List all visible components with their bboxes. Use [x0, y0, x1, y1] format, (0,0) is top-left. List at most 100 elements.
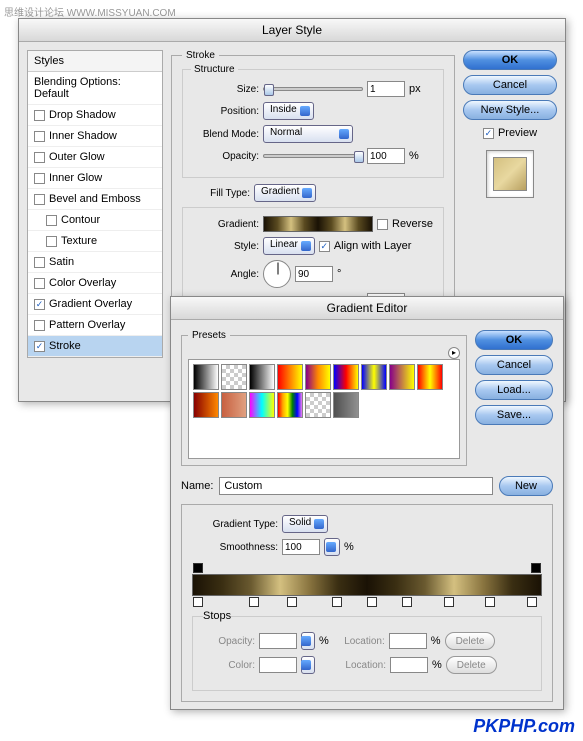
- style-checkbox[interactable]: [34, 278, 45, 289]
- style-checkbox[interactable]: [34, 257, 45, 268]
- delete-opacity-stop-button[interactable]: Delete: [445, 632, 496, 650]
- delete-color-stop-button[interactable]: Delete: [446, 656, 497, 674]
- size-slider[interactable]: [263, 87, 363, 91]
- style-checkbox[interactable]: [34, 131, 45, 142]
- smoothness-dropdown[interactable]: [324, 538, 340, 556]
- color-stop[interactable]: [444, 597, 454, 607]
- size-unit: px: [409, 83, 421, 95]
- style-checkbox[interactable]: [46, 236, 57, 247]
- style-checkbox[interactable]: [34, 194, 45, 205]
- opacity-stop[interactable]: [193, 563, 203, 573]
- style-row-texture[interactable]: Texture: [28, 231, 162, 252]
- style-row-pattern-overlay[interactable]: Pattern Overlay: [28, 315, 162, 336]
- blendmode-select[interactable]: Normal: [263, 125, 353, 143]
- color-stop[interactable]: [332, 597, 342, 607]
- preset-swatch[interactable]: [249, 364, 275, 390]
- color-stop[interactable]: [367, 597, 377, 607]
- preview-swatch-box: [486, 150, 534, 198]
- style-row-contour[interactable]: Contour: [28, 210, 162, 231]
- presets-fieldset: Presets ▸: [181, 330, 467, 466]
- style-row-inner-glow[interactable]: Inner Glow: [28, 168, 162, 189]
- opacity-stop[interactable]: [531, 563, 541, 573]
- style-label: Contour: [61, 214, 100, 226]
- position-select[interactable]: Inside: [263, 102, 314, 120]
- style-label: Outer Glow: [49, 151, 105, 163]
- presets-legend: Presets: [188, 330, 230, 341]
- gradtype-select[interactable]: Solid: [282, 515, 328, 533]
- stop-location1-label: Location:: [333, 636, 385, 647]
- align-checkbox[interactable]: [319, 241, 330, 252]
- preset-swatch[interactable]: [361, 364, 387, 390]
- angle-dial[interactable]: [263, 260, 291, 288]
- filltype-select[interactable]: Gradient: [254, 184, 316, 202]
- style-row-bevel-and-emboss[interactable]: Bevel and Emboss: [28, 189, 162, 210]
- preset-swatch[interactable]: [277, 364, 303, 390]
- style-checkbox[interactable]: [34, 320, 45, 331]
- style-checkbox[interactable]: [34, 110, 45, 121]
- size-input[interactable]: [367, 81, 405, 97]
- style-checkbox[interactable]: [46, 215, 57, 226]
- style-checkbox[interactable]: [34, 299, 45, 310]
- style-checkbox[interactable]: [34, 173, 45, 184]
- stop-location2-label: Location:: [334, 660, 386, 671]
- preview-checkbox[interactable]: [483, 128, 494, 139]
- ge-load-button[interactable]: Load...: [475, 380, 553, 400]
- preset-swatch[interactable]: [333, 364, 359, 390]
- style-row-gradient-overlay[interactable]: Gradient Overlay: [28, 294, 162, 315]
- name-input[interactable]: [219, 477, 493, 495]
- opacity-unit: %: [409, 150, 419, 162]
- style-row-satin[interactable]: Satin: [28, 252, 162, 273]
- preset-swatch[interactable]: [221, 364, 247, 390]
- gradient-preview[interactable]: [263, 216, 373, 232]
- new-style-button[interactable]: New Style...: [463, 100, 557, 120]
- preset-swatch[interactable]: [221, 392, 247, 418]
- color-stop[interactable]: [287, 597, 297, 607]
- color-stop[interactable]: [485, 597, 495, 607]
- ge-cancel-button[interactable]: Cancel: [475, 355, 553, 375]
- style-row-inner-shadow[interactable]: Inner Shadow: [28, 126, 162, 147]
- stop-opacity-dropdown[interactable]: [301, 632, 315, 650]
- style-checkbox[interactable]: [34, 152, 45, 163]
- ge-ok-button[interactable]: OK: [475, 330, 553, 350]
- gradient-bar[interactable]: [192, 574, 542, 596]
- color-stop[interactable]: [193, 597, 203, 607]
- preview-swatch: [493, 157, 527, 191]
- style-row-outer-glow[interactable]: Outer Glow: [28, 147, 162, 168]
- style-row-drop-shadow[interactable]: Drop Shadow: [28, 105, 162, 126]
- color-stop[interactable]: [527, 597, 537, 607]
- style-row-color-overlay[interactable]: Color Overlay: [28, 273, 162, 294]
- opacity-slider[interactable]: [263, 154, 363, 158]
- style-select[interactable]: Linear: [263, 237, 315, 255]
- style-checkbox[interactable]: [34, 341, 45, 352]
- preset-swatch[interactable]: [193, 364, 219, 390]
- opacity-input[interactable]: [367, 148, 405, 164]
- styles-header[interactable]: Styles: [28, 51, 162, 72]
- preset-swatch[interactable]: [305, 392, 331, 418]
- preset-swatch[interactable]: [305, 364, 331, 390]
- style-row-stroke[interactable]: Stroke: [28, 336, 162, 357]
- stop-color-dropdown[interactable]: [301, 656, 315, 674]
- stop-location2-input[interactable]: [390, 657, 428, 673]
- stop-color-label: Color:: [203, 660, 255, 671]
- ge-save-button[interactable]: Save...: [475, 405, 553, 425]
- cancel-button[interactable]: Cancel: [463, 75, 557, 95]
- angle-input[interactable]: [295, 266, 333, 282]
- preset-swatch[interactable]: [277, 392, 303, 418]
- preview-label: Preview: [498, 127, 537, 139]
- preset-swatch[interactable]: [333, 392, 359, 418]
- preset-swatch[interactable]: [249, 392, 275, 418]
- blending-options-row[interactable]: Blending Options: Default: [28, 72, 162, 105]
- stop-opacity-input[interactable]: [259, 633, 297, 649]
- new-gradient-button[interactable]: New: [499, 476, 553, 496]
- smoothness-input[interactable]: [282, 539, 320, 555]
- preset-swatch[interactable]: [417, 364, 443, 390]
- stop-location1-input[interactable]: [389, 633, 427, 649]
- preset-swatch[interactable]: [193, 392, 219, 418]
- color-stop[interactable]: [249, 597, 259, 607]
- presets-menu-icon[interactable]: ▸: [448, 347, 460, 359]
- preset-swatch[interactable]: [389, 364, 415, 390]
- color-stop[interactable]: [402, 597, 412, 607]
- ok-button[interactable]: OK: [463, 50, 557, 70]
- stop-color-input[interactable]: [259, 657, 297, 673]
- reverse-checkbox[interactable]: [377, 219, 388, 230]
